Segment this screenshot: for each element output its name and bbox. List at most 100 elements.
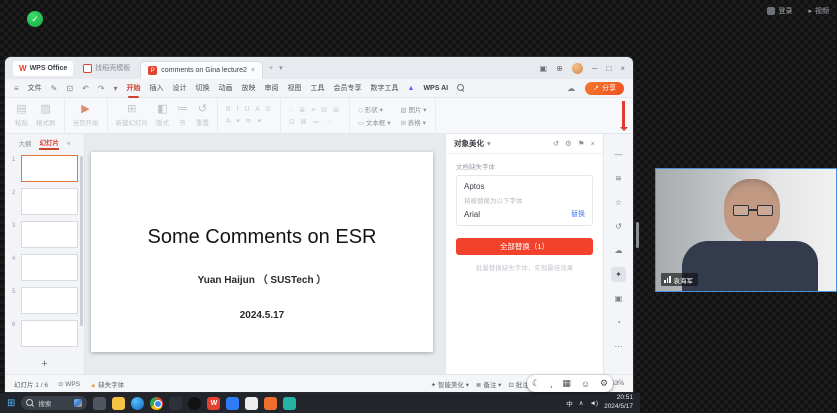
hamburger-icon[interactable]: ≡	[14, 84, 19, 93]
slides-tab[interactable]: 幻灯片	[39, 137, 59, 150]
account-avatar[interactable]	[572, 63, 583, 74]
tab-review[interactable]: 审阅	[265, 83, 279, 93]
history-rail-icon[interactable]: ↺	[611, 219, 626, 234]
tab-design[interactable]: 设计	[173, 83, 187, 93]
emoji-icon[interactable]: ☺	[581, 379, 590, 389]
clock-rail-icon[interactable]: ◔	[611, 315, 626, 330]
tab-digital-tools[interactable]: 数字工具	[371, 83, 399, 93]
globe-icon[interactable]: ⊕	[556, 64, 563, 73]
collapse-panel-icon[interactable]: «	[67, 140, 71, 147]
panel-dropdown-icon[interactable]: ▾	[487, 139, 491, 148]
favorites-icon[interactable]: ☆	[611, 195, 626, 210]
font-color-icons[interactable]: A ▾ ≋ ▾	[226, 117, 272, 125]
video-button[interactable]: ▸ 视频	[808, 6, 829, 16]
quickbar-dropdown-icon[interactable]: ▾	[113, 84, 117, 93]
taskbar-app-icon[interactable]	[150, 397, 163, 410]
hidden-icons-caret[interactable]: ∧	[579, 399, 584, 407]
current-slide[interactable]: Some Comments on ESR Yuan Haijun （ SUSTe…	[91, 152, 433, 352]
taskbar-app-icon[interactable]	[93, 397, 106, 410]
missing-fonts-warning[interactable]: ▲ 缺失字体	[90, 379, 124, 389]
cloud-rail-icon[interactable]: ☁	[611, 243, 626, 258]
slide-thumbnail[interactable]	[21, 188, 78, 215]
taskbar-app-icon[interactable]	[264, 397, 277, 410]
notes-button[interactable]: ≣ 备注 ▾	[476, 379, 501, 389]
ime-language-indicator[interactable]: 中	[566, 398, 573, 408]
slide-title[interactable]: Some Comments on ESR	[91, 226, 433, 249]
comments-button[interactable]: ⊡ 批注	[508, 379, 528, 389]
taskbar-app-icon[interactable]	[112, 397, 125, 410]
beautify-rail-icon[interactable]: ✦	[611, 267, 626, 282]
tab-animation[interactable]: 动画	[219, 83, 233, 93]
search-icon[interactable]	[457, 84, 465, 92]
layout-button[interactable]: ◧ 版式	[156, 104, 169, 127]
slide-thumbnail[interactable]	[21, 320, 78, 347]
smart-beautify-button[interactable]: ✦ 智能美化 ▾	[431, 379, 469, 389]
taskbar-clock[interactable]: 20:51 2024/5/17	[604, 394, 633, 412]
gear-icon[interactable]: ⚙	[565, 139, 572, 148]
reset-button[interactable]: ↺ 重置	[196, 104, 209, 127]
maximize-button[interactable]: □	[606, 64, 611, 73]
applet-icon[interactable]: ▣	[540, 64, 548, 73]
slide-thumbnail[interactable]	[21, 221, 78, 248]
floating-add-icon[interactable]: +	[617, 376, 623, 387]
history-icon[interactable]: ↺	[553, 139, 559, 148]
undo-icon[interactable]: ↶	[82, 84, 89, 93]
shape-button[interactable]: ◇ 形状 ▾	[358, 104, 391, 114]
close-window-button[interactable]: ×	[620, 64, 625, 73]
tab-view[interactable]: 视图	[288, 83, 302, 93]
taskbar-app-icon[interactable]	[188, 397, 201, 410]
format-painter-button[interactable]: ▨ 格式刷	[36, 104, 56, 127]
pin-icon[interactable]: ⚑	[578, 139, 585, 148]
cloud-sync-icon[interactable]: ☁	[567, 84, 575, 93]
tab-home[interactable]: 开始	[127, 83, 141, 93]
table-button[interactable]: ⊞ 表格 ▾	[400, 117, 426, 127]
list-align-icons[interactable]: ∷ ≣ ≡ ⊟ ⊞	[289, 106, 341, 114]
meeting-app-icon[interactable]: ✓	[27, 11, 43, 27]
apps-grid-icon[interactable]: ▦	[562, 378, 571, 389]
template-tab[interactable]: 找稻壳模板	[79, 63, 134, 73]
share-button[interactable]: ↗ 分享	[585, 82, 624, 95]
window-edge-scrollbar[interactable]	[636, 222, 639, 248]
close-tab-icon[interactable]: ×	[251, 67, 255, 74]
file-menu[interactable]: 文件	[28, 83, 42, 93]
document-tab[interactable]: P comments on Gina lecture2 ×	[140, 61, 263, 79]
replace-all-button[interactable]: 全部替换（1）	[456, 238, 593, 255]
start-button[interactable]: ⊞	[7, 398, 15, 409]
close-panel-icon[interactable]: ×	[591, 139, 595, 148]
picture-button[interactable]: ▧ 图片 ▾	[400, 104, 426, 114]
thumbnail-scrollbar[interactable]	[80, 156, 83, 326]
font-style-icons[interactable]: B I U A S	[226, 106, 272, 113]
tab-member[interactable]: 会员专享	[334, 83, 362, 93]
taskbar-app-icon[interactable]	[245, 397, 258, 410]
volume-icon[interactable]: ◄)	[589, 400, 598, 407]
tab-tools[interactable]: 工具	[311, 83, 325, 93]
paste-button[interactable]: ▤ 粘贴	[15, 104, 28, 127]
indent-spacing-icons[interactable]: ⊡ ⊠ ≔ ⋯	[289, 118, 341, 126]
add-slide-button[interactable]: +	[41, 358, 47, 370]
settings-gear-icon[interactable]: ⚙	[600, 378, 608, 389]
tab-transition[interactable]: 切换	[196, 83, 210, 93]
tab-list-dropdown[interactable]: ▾	[279, 64, 283, 72]
collapse-rail-icon[interactable]: —	[611, 147, 626, 162]
section-button[interactable]: ≔ 节	[177, 104, 188, 127]
outline-tab[interactable]: 大纲	[18, 138, 31, 148]
taskbar-app-icon[interactable]	[283, 397, 296, 410]
tab-slideshow[interactable]: 放映	[242, 83, 256, 93]
textbox-button[interactable]: ▭ 文本框 ▾	[358, 117, 391, 127]
taskbar-app-icon[interactable]	[131, 397, 144, 410]
replace-link[interactable]: 替换	[571, 209, 585, 219]
new-slide-button[interactable]: ⊞ 新建幻灯片	[116, 104, 149, 127]
webcam-video[interactable]: 袁海军	[655, 168, 837, 292]
save-icon[interactable]: ✎	[51, 84, 58, 93]
login-button[interactable]: 登录	[767, 6, 792, 16]
resource-rail-icon[interactable]: ▣	[611, 291, 626, 306]
wps-home-button[interactable]: W WPS Office	[13, 61, 73, 76]
tab-insert[interactable]: 插入	[150, 83, 164, 93]
play-from-current-button[interactable]: ▶ 当页开始	[73, 104, 99, 127]
props-icon[interactable]: ≋	[611, 171, 626, 186]
more-rail-icon[interactable]: ⋯	[611, 339, 626, 354]
slide-thumbnail[interactable]	[21, 287, 78, 314]
taskbar-app-icon[interactable]	[226, 397, 239, 410]
wps-ai-button[interactable]: WPS AI	[423, 85, 448, 92]
taskbar-search[interactable]: 搜索	[21, 396, 87, 410]
